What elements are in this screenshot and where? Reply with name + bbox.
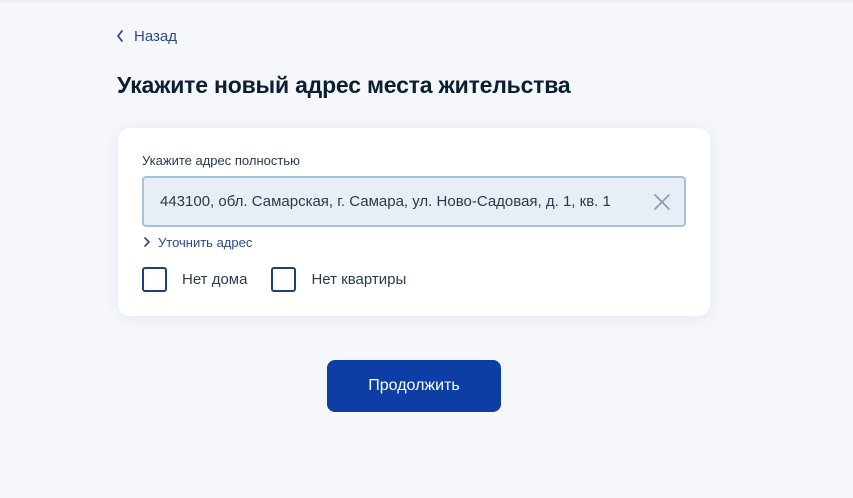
chevron-right-icon: [144, 235, 150, 250]
no-apartment-checkbox[interactable]: Нет квартиры: [271, 267, 406, 292]
top-divider: [0, 0, 853, 2]
no-house-checkbox[interactable]: Нет дома: [142, 267, 247, 292]
checkbox-row: Нет дома Нет квартиры: [142, 267, 406, 292]
address-card: Укажите адрес полностью 443100, обл. Сам…: [118, 128, 710, 316]
address-field-label: Укажите адрес полностью: [142, 153, 300, 168]
back-link[interactable]: Назад: [116, 26, 177, 46]
no-house-label: Нет дома: [182, 271, 248, 288]
page-title: Укажите новый адрес места жительства: [117, 72, 571, 98]
chevron-left-icon: [116, 29, 126, 43]
back-link-label: Назад: [134, 27, 177, 45]
address-input[interactable]: 443100, обл. Самарская, г. Самара, ул. Н…: [142, 176, 686, 227]
close-icon[interactable]: [640, 180, 684, 224]
address-input-value[interactable]: 443100, обл. Самарская, г. Самара, ул. Н…: [160, 193, 640, 210]
refine-address-link[interactable]: Уточнить адрес: [144, 235, 252, 250]
continue-button[interactable]: Продолжить: [327, 360, 501, 412]
no-apartment-label: Нет квартиры: [311, 271, 407, 288]
no-apartment-checkbox-box[interactable]: [271, 267, 297, 292]
no-house-checkbox-box[interactable]: [142, 267, 167, 292]
refine-address-label: Уточнить адрес: [158, 235, 253, 250]
